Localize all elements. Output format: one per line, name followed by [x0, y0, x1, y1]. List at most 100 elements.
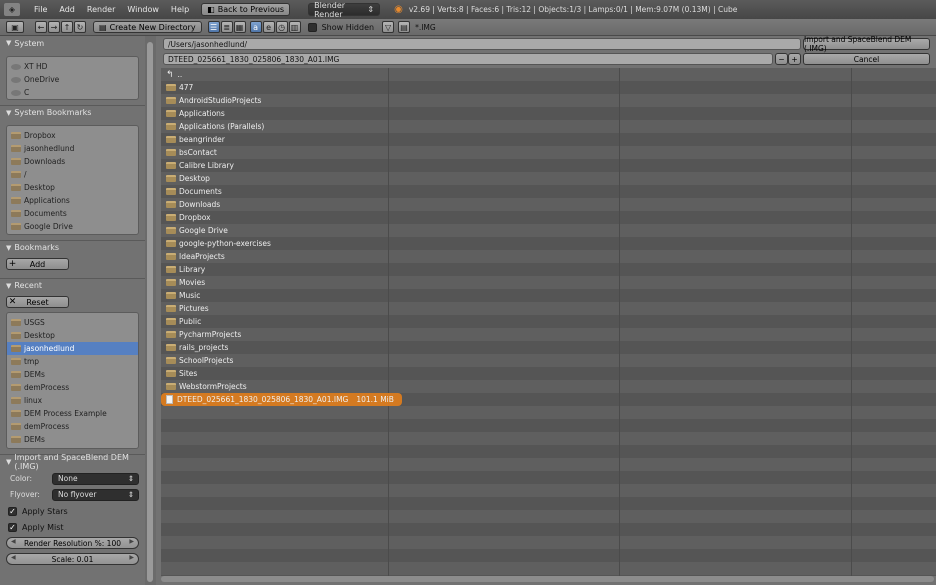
- filter-folder-icon[interactable]: ▤: [398, 21, 411, 33]
- filter-funnel-icon[interactable]: ▽: [382, 21, 395, 33]
- cancel-button[interactable]: Cancel: [803, 53, 930, 65]
- folder-row[interactable]: PycharmProjects: [161, 328, 241, 341]
- menu-render[interactable]: Render: [81, 5, 121, 14]
- filename-field[interactable]: DTEED_025661_1830_025806_1830_A01.IMG: [163, 53, 773, 65]
- short-list-view-icon[interactable]: ☰: [207, 21, 220, 33]
- sort-extension-icon[interactable]: e: [262, 21, 275, 33]
- file-browser-editor-icon[interactable]: ▣: [6, 21, 24, 33]
- add-bookmark-button[interactable]: + Add: [6, 258, 69, 270]
- sidebar-list-item[interactable]: XT HD: [7, 60, 138, 73]
- folder-row[interactable]: IdeaProjects: [161, 250, 225, 263]
- folder-row[interactable]: SchoolProjects: [161, 354, 233, 367]
- folder-row[interactable]: AndroidStudioProjects: [161, 94, 261, 107]
- apply-stars-checkbox[interactable]: ✓ Apply Stars: [0, 504, 145, 518]
- import-settings-panel-header[interactable]: ▼ Import and SpaceBlend DEM (.IMG): [0, 453, 145, 471]
- sidebar-list-item[interactable]: jasonhedlund: [7, 142, 138, 155]
- horizontal-scrollbar-thumb[interactable]: [161, 576, 934, 582]
- folder-row[interactable]: WebstormProjects: [161, 380, 247, 393]
- folder-row[interactable]: rails_projects: [161, 341, 228, 354]
- sort-time-icon[interactable]: ◷: [275, 21, 288, 33]
- sidebar-list-item[interactable]: demProcess: [7, 420, 138, 433]
- folder-row[interactable]: Desktop: [161, 172, 210, 185]
- directory-path-field[interactable]: /Users/jasonhedlund/: [163, 38, 801, 50]
- filter-glob-text[interactable]: *.IMG: [415, 23, 436, 32]
- folder-row[interactable]: Applications (Parallels): [161, 120, 264, 133]
- folder-row[interactable]: Public: [161, 315, 201, 328]
- folder-row[interactable]: Pictures: [161, 302, 209, 315]
- selected-file-row[interactable]: DTEED_025661_1830_025806_1830_A01.IMG 101…: [161, 393, 402, 406]
- menu-help[interactable]: Help: [165, 5, 195, 14]
- sidebar-scrollbar-thumb[interactable]: [147, 42, 153, 582]
- decrement-arrow-icon[interactable]: ◀: [11, 538, 16, 545]
- menu-file[interactable]: File: [28, 5, 53, 14]
- system-panel-header[interactable]: ▼ System: [0, 36, 145, 50]
- render-engine-select[interactable]: Blender Render ⇕: [308, 1, 381, 19]
- flyover-select[interactable]: No flyover ⇕: [52, 488, 139, 501]
- back-arrow-icon[interactable]: ←: [35, 21, 47, 33]
- refresh-icon[interactable]: ↻: [74, 21, 86, 33]
- reset-recent-button[interactable]: ✕ Reset: [6, 296, 69, 308]
- folder-row[interactable]: Sites: [161, 367, 197, 380]
- sidebar-list-item[interactable]: USGS: [7, 316, 138, 329]
- folder-row[interactable]: Dropbox: [161, 211, 211, 224]
- sort-alphabetical-icon[interactable]: a: [249, 21, 262, 33]
- recent-panel-header[interactable]: ▼ Recent: [0, 278, 145, 292]
- import-button[interactable]: Import and SpaceBlend DEM (.IMG): [803, 35, 930, 53]
- sidebar-list-item[interactable]: /: [7, 168, 138, 181]
- folder-row[interactable]: Music: [161, 289, 200, 302]
- sidebar-list-item[interactable]: linux: [7, 394, 138, 407]
- folder-row[interactable]: Movies: [161, 276, 205, 289]
- scale-slider[interactable]: ◀ Scale: 0.01 ▶: [6, 553, 139, 565]
- system-bookmarks-panel-header[interactable]: ▼ System Bookmarks: [0, 105, 145, 119]
- file-list-horizontal-scrollbar[interactable]: [161, 576, 934, 582]
- sidebar-list-item[interactable]: Downloads: [7, 155, 138, 168]
- sort-size-icon[interactable]: ▥: [288, 21, 301, 33]
- sidebar-list-item[interactable]: jasonhedlund: [7, 342, 138, 355]
- sidebar-list-item[interactable]: DEM Process Example: [7, 407, 138, 420]
- sidebar-list-item[interactable]: Documents: [7, 207, 138, 220]
- sidebar-list-item[interactable]: DEMs: [7, 368, 138, 381]
- sidebar-scrollbar[interactable]: [145, 36, 156, 585]
- thumbnail-view-icon[interactable]: ▦: [233, 21, 246, 33]
- decrement-filename-button[interactable]: −: [775, 53, 788, 65]
- folder-row[interactable]: google-python-exercises: [161, 237, 271, 250]
- sidebar-list-item[interactable]: OneDrive: [7, 73, 138, 86]
- sidebar-list-item[interactable]: Applications: [7, 194, 138, 207]
- back-to-previous-button[interactable]: ◧ Back to Previous: [201, 3, 291, 16]
- folder-row[interactable]: Documents: [161, 185, 222, 198]
- menu-window[interactable]: Window: [121, 5, 165, 14]
- folder-row[interactable]: bsContact: [161, 146, 217, 159]
- create-new-directory-button[interactable]: ▤ Create New Directory: [93, 21, 202, 33]
- detailed-list-view-icon[interactable]: ≣: [220, 21, 233, 33]
- folder-row[interactable]: Google Drive: [161, 224, 228, 237]
- folder-row[interactable]: Library: [161, 263, 205, 276]
- parent-directory-icon[interactable]: ↑: [61, 21, 73, 33]
- folder-row[interactable]: Applications: [161, 107, 225, 120]
- folder-row[interactable]: beangrinder: [161, 133, 225, 146]
- increment-arrow-icon[interactable]: ▶: [129, 554, 134, 561]
- forward-arrow-icon[interactable]: →: [48, 21, 60, 33]
- sidebar-list-item[interactable]: Desktop: [7, 329, 138, 342]
- parent-directory-row[interactable]: ↰..: [161, 68, 182, 81]
- increment-arrow-icon[interactable]: ▶: [129, 538, 134, 545]
- sidebar-list-item[interactable]: Dropbox: [7, 129, 138, 142]
- sidebar-list-item[interactable]: Google Drive: [7, 220, 138, 233]
- folder-row[interactable]: 477: [161, 81, 193, 94]
- decrement-arrow-icon[interactable]: ◀: [11, 554, 16, 561]
- color-select[interactable]: None ⇕: [52, 472, 139, 485]
- menu-add[interactable]: Add: [53, 5, 81, 14]
- show-hidden-checkbox[interactable]: Show Hidden: [306, 21, 374, 33]
- sidebar-list-item[interactable]: C: [7, 86, 138, 99]
- folder-row[interactable]: Calibre Library: [161, 159, 234, 172]
- folder-row[interactable]: Downloads: [161, 198, 220, 211]
- sidebar-list-item[interactable]: demProcess: [7, 381, 138, 394]
- sidebar-list-item[interactable]: Desktop: [7, 181, 138, 194]
- sidebar-list-item[interactable]: tmp: [7, 355, 138, 368]
- editor-type-icon[interactable]: ◈: [4, 3, 20, 16]
- bookmarks-panel-header[interactable]: ▼ Bookmarks: [0, 240, 145, 254]
- render-resolution-slider[interactable]: ◀ Render Resolution %: 100 ▶: [6, 537, 139, 549]
- apply-mist-checkbox[interactable]: ✓ Apply Mist: [0, 520, 145, 534]
- increment-filename-button[interactable]: +: [788, 53, 801, 65]
- folder-icon: [166, 357, 176, 364]
- sidebar-list-item[interactable]: DEMs: [7, 433, 138, 446]
